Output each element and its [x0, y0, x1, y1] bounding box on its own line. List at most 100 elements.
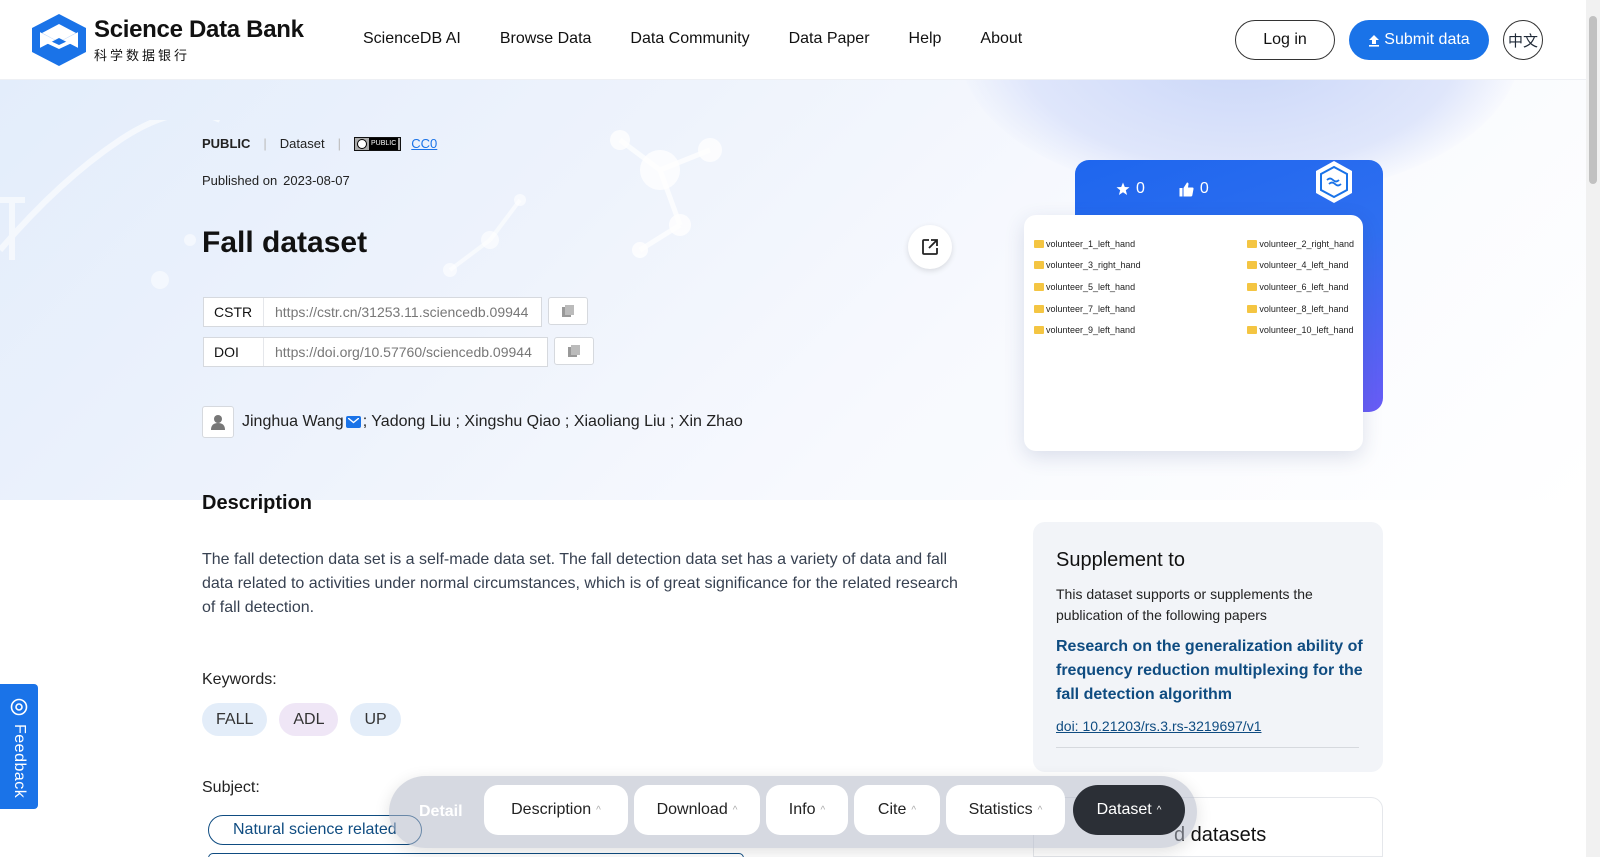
file-preview-panel: volunteer_1_left_hand volunteer_2_right_…: [1024, 215, 1363, 451]
molecule-decoration-icon: [443, 194, 526, 277]
cstr-label: CSTR: [204, 298, 264, 326]
paper-title-link[interactable]: Research on the generalization ability o…: [1056, 635, 1366, 707]
folder-grid: volunteer_1_left_hand volunteer_2_right_…: [1034, 236, 1354, 338]
tab-description-label: Description: [511, 801, 592, 818]
nav-about[interactable]: About: [980, 30, 1022, 48]
shield-badge-icon: [1316, 161, 1352, 203]
author-list: Jinghua Wang ; Yadong Liu ; Xingshu Qiao…: [202, 406, 743, 438]
copy-doi-button[interactable]: [554, 337, 594, 365]
subject-label: Subject:: [202, 779, 260, 796]
nav-sciencedb-ai[interactable]: ScienceDB AI: [363, 30, 461, 48]
divider: [1056, 747, 1359, 748]
upload-icon: [1369, 34, 1380, 47]
folder-item[interactable]: volunteer_3_right_hand: [1034, 258, 1185, 274]
visibility-label: PUBLIC: [202, 136, 251, 151]
feedback-icon: [10, 698, 28, 716]
license-link[interactable]: CC0: [411, 136, 437, 151]
external-link-icon: [922, 239, 938, 255]
meta-divider: |: [337, 136, 341, 151]
chevron-up-icon: ^: [1037, 804, 1043, 816]
folder-icon: [1034, 282, 1044, 291]
folder-item[interactable]: volunteer_8_left_hand: [1195, 301, 1354, 317]
email-icon[interactable]: [345, 416, 361, 428]
molecule-decoration-icon: [610, 130, 722, 258]
submit-data-button[interactable]: Submit data: [1349, 20, 1489, 60]
tab-dataset[interactable]: Dataset ^: [1073, 785, 1185, 835]
nav-browse-data[interactable]: Browse Data: [500, 30, 592, 48]
folder-item[interactable]: volunteer_4_left_hand: [1195, 258, 1354, 274]
keywords-label: Keywords:: [202, 671, 277, 688]
doi-label: DOI: [204, 338, 264, 366]
feedback-label: Feedback: [11, 724, 28, 799]
logo-chinese: 科学数据银行: [94, 48, 191, 63]
nav-data-community[interactable]: Data Community: [630, 30, 749, 48]
subject-tag-secondary[interactable]: [208, 853, 744, 857]
tab-download[interactable]: Download ^: [634, 785, 760, 835]
folder-item[interactable]: volunteer_7_left_hand: [1034, 301, 1185, 317]
type-label: Dataset: [279, 136, 325, 151]
folder-item[interactable]: volunteer_6_left_hand: [1195, 279, 1354, 295]
description-text: The fall detection data set is a self-ma…: [202, 551, 958, 616]
keyword-tag[interactable]: ADL: [279, 703, 339, 736]
star-count-value: 0: [1136, 180, 1145, 197]
chevron-up-icon: ^: [911, 804, 917, 816]
tab-cite[interactable]: Cite ^: [854, 785, 940, 835]
doi-value[interactable]: https://doi.org/10.57760/sciencedb.09944: [264, 344, 532, 360]
doi-field: DOI https://doi.org/10.57760/sciencedb.0…: [203, 337, 548, 367]
tab-cite-label: Cite: [877, 801, 907, 818]
tab-detail[interactable]: Detail: [419, 803, 463, 821]
supplement-panel: Supplement to This dataset supports or s…: [1033, 522, 1383, 772]
copy-cstr-button[interactable]: [548, 297, 588, 325]
cstr-value[interactable]: https://cstr.cn/31253.11.sciencedb.09944: [264, 304, 528, 320]
first-author[interactable]: Jinghua Wang: [242, 413, 344, 431]
folder-item[interactable]: volunteer_1_left_hand: [1034, 236, 1185, 252]
thumbs-up-icon: [1179, 182, 1194, 196]
supplement-heading: Supplement to: [1056, 549, 1185, 571]
folder-item[interactable]: volunteer_10_left_hand: [1195, 322, 1354, 338]
login-button[interactable]: Log in: [1235, 20, 1335, 60]
feedback-tab[interactable]: Feedback: [0, 684, 38, 809]
like-count[interactable]: 0: [1179, 180, 1209, 198]
published-label: Published on: [202, 173, 278, 188]
tab-description[interactable]: Description ^: [484, 785, 628, 835]
paper-doi-link[interactable]: doi: 10.21203/rs.3.rs-3219697/v1: [1056, 718, 1261, 734]
tab-info[interactable]: Info ^: [766, 785, 848, 835]
meta-divider: |: [263, 136, 267, 151]
supplement-subtext: This dataset supports or supplements the…: [1056, 586, 1313, 623]
keyword-list: FALL ADL UP: [202, 703, 401, 736]
chevron-up-icon: ^: [820, 804, 826, 816]
folder-item[interactable]: volunteer_2_right_hand: [1195, 236, 1354, 252]
folder-item[interactable]: volunteer_9_left_hand: [1034, 322, 1185, 338]
copy-icon: [568, 345, 580, 357]
folder-icon: [1034, 304, 1044, 313]
folder-icon: [1247, 239, 1258, 248]
keyword-tag[interactable]: FALL: [202, 703, 268, 736]
submit-data-label: Submit data: [1384, 31, 1470, 48]
tab-info-label: Info: [788, 801, 816, 818]
folder-icon: [1247, 261, 1258, 270]
folder-icon: [1034, 326, 1044, 335]
site-header: Science Data Bank 科学数据银行 ScienceDB AI Br…: [0, 0, 1586, 80]
chevron-up-icon: ^: [596, 804, 601, 816]
folder-icon: [1034, 239, 1044, 248]
tab-statistics-label: Statistics: [968, 801, 1033, 818]
star-count[interactable]: 0: [1116, 180, 1145, 198]
language-switch-button[interactable]: 中文: [1503, 20, 1543, 60]
like-count-value: 0: [1199, 180, 1209, 197]
tab-download-label: Download: [656, 801, 728, 818]
folder-icon: [1247, 326, 1258, 335]
logo-english: Science Data Bank: [94, 16, 304, 43]
folder-icon: [1247, 304, 1258, 313]
page-scrollbar[interactable]: [1586, 0, 1600, 857]
copy-icon: [562, 305, 574, 317]
card-stats: 0 0: [1116, 180, 1209, 198]
folder-item[interactable]: volunteer_5_left_hand: [1034, 279, 1185, 295]
scrollbar-thumb[interactable]: [1589, 16, 1597, 184]
share-button[interactable]: [908, 225, 952, 269]
keyword-tag[interactable]: UP: [350, 703, 401, 736]
nav-data-paper[interactable]: Data Paper: [789, 30, 870, 48]
folder-icon: [1034, 261, 1044, 270]
site-logo[interactable]: Science Data Bank 科学数据银行: [30, 12, 304, 68]
tab-statistics[interactable]: Statistics ^: [946, 785, 1065, 835]
nav-help[interactable]: Help: [909, 30, 942, 48]
